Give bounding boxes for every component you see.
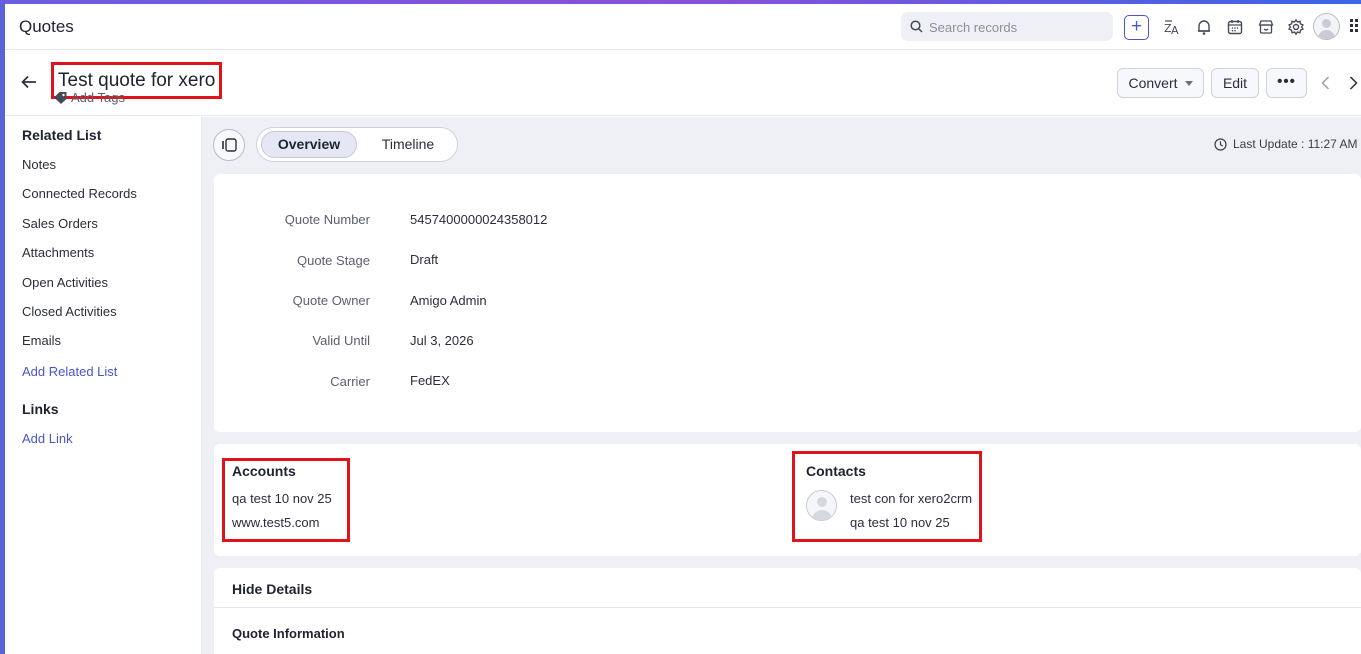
- related-records-card: Accounts qa test 10 nov 25 www.test5.com…: [214, 444, 1361, 556]
- sidebar-toggle-button[interactable]: [213, 129, 245, 161]
- links-heading: Links: [22, 401, 59, 417]
- convert-label: Convert: [1128, 75, 1178, 91]
- sidebar-item-sales-orders[interactable]: Sales Orders: [22, 216, 98, 231]
- add-tags-link[interactable]: Add Tags: [53, 90, 125, 105]
- marketplace-icon[interactable]: [1257, 18, 1275, 36]
- svg-text:A: A: [1171, 24, 1179, 36]
- add-link[interactable]: Add Link: [22, 431, 73, 446]
- sidebar-item-connected-records[interactable]: Connected Records: [22, 186, 137, 201]
- convert-button[interactable]: Convert: [1117, 68, 1204, 98]
- search-placeholder: Search records: [929, 20, 1018, 35]
- edit-button[interactable]: Edit: [1211, 68, 1259, 98]
- module-title: Quotes: [19, 17, 74, 36]
- contacts-title: Contacts: [806, 463, 866, 479]
- sidebar-item-notes[interactable]: Notes: [22, 157, 56, 172]
- create-button[interactable]: +: [1124, 15, 1149, 40]
- sidebar-item-closed-activities[interactable]: Closed Activities: [22, 304, 117, 319]
- sidebar-item-open-activities[interactable]: Open Activities: [22, 275, 108, 290]
- user-avatar[interactable]: [1313, 13, 1340, 40]
- tab-overview[interactable]: Overview: [261, 131, 357, 158]
- previous-record-icon[interactable]: [1321, 76, 1330, 90]
- add-tags-label: Add Tags: [71, 90, 125, 105]
- bell-icon[interactable]: [1195, 18, 1213, 36]
- field-label-quote-number: Quote Number: [284, 212, 370, 227]
- more-actions-button[interactable]: •••: [1266, 68, 1307, 98]
- contact-account-link[interactable]: qa test 10 nov 25: [850, 515, 950, 530]
- apps-grid-icon[interactable]: [1350, 19, 1361, 35]
- field-value-valid-until[interactable]: Jul 3, 2026: [410, 333, 474, 348]
- quote-summary-card: Quote Number 5457400000024358012 Quote S…: [214, 174, 1361, 432]
- sidebar-item-attachments[interactable]: Attachments: [22, 245, 94, 260]
- panel-toggle-icon: [222, 138, 237, 152]
- account-website-link[interactable]: www.test5.com: [232, 515, 319, 530]
- contact-name-link[interactable]: test con for xero2crm: [850, 491, 972, 506]
- hide-details-toggle[interactable]: Hide Details: [232, 581, 312, 597]
- field-value-quote-owner[interactable]: Amigo Admin: [410, 293, 487, 308]
- tab-timeline[interactable]: Timeline: [367, 131, 449, 158]
- gear-icon[interactable]: [1287, 18, 1305, 36]
- account-name-link[interactable]: qa test 10 nov 25: [232, 491, 332, 506]
- related-list-sidebar: Related List Notes Connected Records Sal…: [5, 117, 202, 654]
- clock-icon: [1214, 138, 1227, 151]
- add-related-list-link[interactable]: Add Related List: [22, 364, 117, 379]
- chevron-down-icon: [1184, 81, 1193, 86]
- record-header: Test quote for xero Add Tags Convert Edi…: [5, 50, 1361, 116]
- top-bar: Quotes Search records + ZA: [5, 4, 1361, 50]
- last-update-text: Last Update : 11:27 AM: [1233, 137, 1358, 151]
- accounts-title: Accounts: [232, 463, 296, 479]
- record-main-panel: Overview Timeline Last Update : 11:27 AM…: [202, 117, 1361, 654]
- next-record-icon[interactable]: [1349, 76, 1358, 90]
- sidebar-item-emails[interactable]: Emails: [22, 333, 61, 348]
- section-divider: [214, 607, 1361, 608]
- tag-icon: [54, 92, 67, 104]
- field-label-quote-stage: Quote Stage: [297, 253, 370, 268]
- field-value-carrier[interactable]: FedEX: [410, 373, 450, 388]
- back-arrow-icon[interactable]: [21, 75, 37, 89]
- view-tabs: Overview Timeline: [256, 127, 458, 162]
- field-value-quote-stage[interactable]: Draft: [410, 252, 438, 267]
- search-icon: [910, 20, 923, 33]
- field-label-quote-owner: Quote Owner: [292, 293, 370, 308]
- field-value-quote-number[interactable]: 5457400000024358012: [410, 212, 547, 227]
- field-label-valid-until: Valid Until: [312, 333, 370, 348]
- details-section-card: Hide Details Quote Information: [214, 568, 1361, 654]
- quote-information-heading: Quote Information: [232, 626, 345, 641]
- last-update: Last Update : 11:27 AM: [1214, 137, 1358, 151]
- contact-avatar: [806, 490, 837, 521]
- search-input[interactable]: Search records: [901, 12, 1113, 41]
- related-list-heading: Related List: [22, 127, 102, 143]
- translate-icon[interactable]: ZA: [1164, 18, 1182, 36]
- calendar-icon[interactable]: [1226, 18, 1244, 36]
- field-label-carrier: Carrier: [330, 374, 370, 389]
